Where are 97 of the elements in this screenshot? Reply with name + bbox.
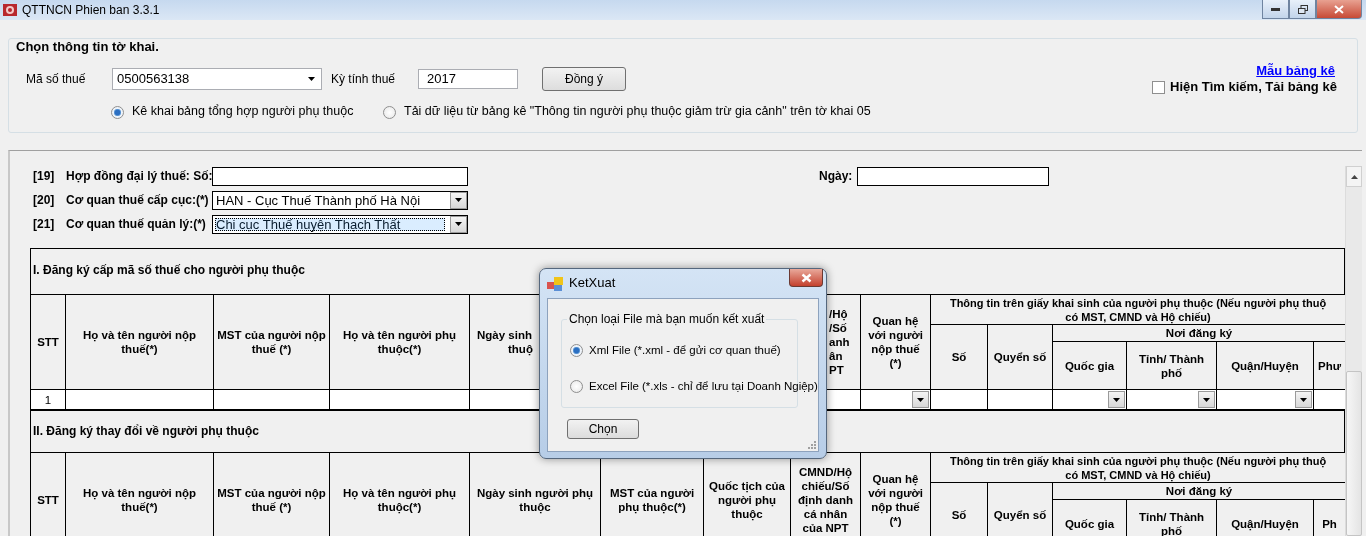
column-header: Quốc gia [1052,341,1127,390]
caret-icon [455,198,462,202]
close-button[interactable] [789,269,823,287]
close-icon [800,272,812,283]
radio-button[interactable] [383,105,396,119]
choose-button[interactable]: Chọn [567,419,639,439]
column-header: Quan hệ với người nộp thuế (*) [860,294,931,390]
column-header: Quốc gia [1052,499,1127,536]
window-title: QTTNCN Phien ban 3.3.1 [22,3,160,18]
group-label: Chọn loại File mà bạn muốn kết xuất [567,312,767,327]
group-title: Chọn thông tin tờ khai. [16,39,160,55]
header-text: có MST, CMND và Hộ chiếu) [1064,468,1212,482]
field-label: Ngày: [819,168,854,184]
radio-button[interactable] [570,343,583,357]
confirm-button[interactable]: Đồng ý [542,67,626,91]
column-header: MST của người nộp thuế (*) [213,294,330,390]
column-header: Phư [1313,341,1345,390]
radio-button[interactable] [111,105,124,119]
radio-button[interactable] [570,379,583,393]
field-label: Mã số thuế [26,71,87,87]
column-header: STT [30,294,66,390]
column-header: Ngày sinh [477,328,532,342]
field-number: [19] [33,168,56,184]
caret-icon [1300,397,1307,402]
field-label: Cơ quan thuế quản lý:(*) [66,216,207,232]
dropdown-field[interactable]: HAN - Cục Thuế Thành phố Hà Nội [212,190,468,210]
minimize-icon [1271,7,1280,11]
caret-icon [1113,397,1120,402]
app-icon [547,277,563,291]
column-header: Ngày sinh người phụ thuộc [469,452,601,536]
template-link[interactable]: Mẫu bảng kê [1152,63,1357,79]
column-header: Họ và tên người phụ thuộc(*) [329,294,470,390]
field-label: Hợp đồng đại lý thuế: Số: [66,168,212,184]
restore-button[interactable] [1289,0,1316,19]
section-title: II. Đăng ký thay đổi về người phụ thuộc [33,424,259,439]
dialog-title: KetXuat [569,275,616,292]
column-header: Số [930,482,988,536]
checkbox-label[interactable]: Hiện Tìm kiếm, Tải bảng kê [1170,79,1337,96]
close-button[interactable] [1316,0,1362,19]
column-header: Số [930,324,988,390]
radio-label[interactable]: Excel File (*.xls - chỉ để lưu tại Doanh Ngiệp) [589,378,818,394]
scrollbar[interactable] [1345,166,1362,536]
section-title: I. Đăng ký cấp mã số thuế cho người phụ thuộc [33,263,305,278]
field-number: [21] [33,216,56,232]
resize-grip-icon [807,440,816,449]
field-label: Cơ quan thuế cấp cục:(*) [66,192,210,208]
dropdown-button[interactable] [1295,391,1312,408]
caret-icon [1350,174,1358,179]
header-text: có MST, CMND và Hộ chiếu) [1064,310,1212,324]
input-field[interactable]: 2017 [418,69,518,89]
dropdown-button[interactable] [1198,391,1215,408]
radio-label[interactable]: Xml File (*.xml - để gửi cơ quan thuế) [589,342,781,358]
date-field[interactable] [857,166,1049,186]
scroll-thumb[interactable] [1346,371,1362,536]
dropdown-field[interactable]: 0500563138 [112,68,322,90]
column-header: CMND/Hộ chiếu/Số định danh cá nhân của NPT [790,452,861,536]
header-text: Thông tin trên giấy khai sinh của người phụ thuộc (Nếu người phụ thuộ [948,295,1328,310]
column-header: Tỉnh/ Thành phố [1126,341,1217,390]
column-header: Quyển số [987,482,1053,536]
column-header: Quan hệ với người nộp thuế (*) [860,452,931,536]
checkbox[interactable] [1152,80,1165,94]
caret-icon [308,77,315,81]
header-text: Thông tin trên giấy khai sinh của người phụ thuộc (Nếu người phụ thuộ [948,453,1328,468]
column-header: /Số [829,321,847,335]
column-header: Quận/Huyện [1216,499,1314,536]
column-header: Quận/Huyện [1216,341,1314,390]
column-header: PT [829,363,844,377]
column-header: STT [30,452,66,536]
restore-icon [1297,4,1308,14]
table-cell: 1 [30,389,66,410]
column-header: Họ và tên người nộp thuế(*) [65,294,214,390]
column-header: anh [829,335,850,349]
radio-label[interactable]: Kê khai bảng tổng hợp người phụ thuộc [132,104,354,120]
minimize-button[interactable] [1262,0,1289,19]
column-header: MST của người nộp thuế (*) [213,452,330,536]
field-number: [20] [33,192,56,208]
column-header: Họ và tên người nộp thuế(*) [65,452,214,536]
input-field[interactable] [212,166,468,186]
dropdown-button[interactable] [1108,391,1125,408]
column-header: Tỉnh/ Thành phố [1126,499,1217,536]
dropdown-button[interactable] [450,191,467,209]
caret-icon [455,222,462,226]
column-header: /Hộ [829,307,848,321]
caret-icon [917,397,924,402]
column-header: ân [829,349,843,363]
dropdown-button[interactable] [912,391,929,408]
column-header: Họ và tên người phụ thuộc(*) [329,452,470,536]
radio-label[interactable]: Tải dữ liệu từ bảng kê "Thông tin người phụ thuộc giảm trừ gia cảnh" trên tờ khai 05 [404,104,871,120]
dropdown-button[interactable] [450,215,467,233]
field-label: Kỳ tính thuế [331,71,397,87]
column-header: Quyển số [987,324,1053,390]
close-icon [1334,4,1344,14]
caret-icon [1203,397,1210,402]
scroll-up-button[interactable] [1346,166,1362,187]
column-header: thuộ [508,342,533,356]
dropdown-field[interactable]: Chi cục Thuế huyện Thạch Thất [212,214,468,234]
app-icon [2,2,18,18]
